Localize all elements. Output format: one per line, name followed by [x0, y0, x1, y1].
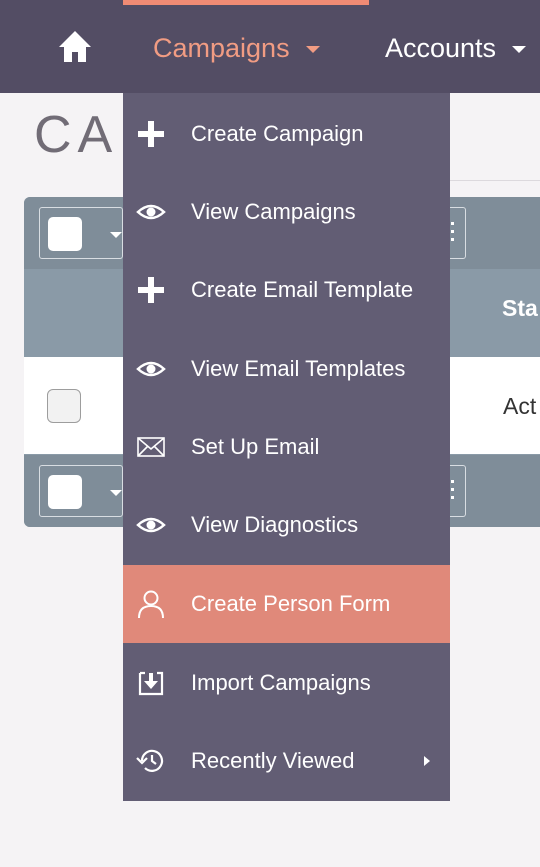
nav-tab-accounts-label: Accounts: [385, 32, 497, 63]
menu-item-label: Recently Viewed: [191, 748, 355, 773]
menu-item-create-email-template[interactable]: Create Email Template: [123, 251, 450, 329]
menu-item-create-campaign[interactable]: Create Campaign: [123, 95, 450, 173]
menu-item-view-email-templates[interactable]: View Email Templates: [123, 330, 450, 408]
select-all-checkbox[interactable]: [48, 217, 82, 251]
chevron-right-icon: [424, 756, 430, 766]
bulk-action-select[interactable]: [39, 207, 123, 259]
top-nav-bar: Campaigns Accounts: [0, 0, 540, 93]
plus-icon: [135, 118, 167, 150]
more-icon: [451, 222, 455, 246]
chevron-down-icon: [110, 490, 122, 496]
menu-item-label: View Diagnostics: [191, 512, 359, 537]
menu-item-label: Create Email Template: [191, 277, 414, 302]
menu-item-label: Create Campaign: [191, 121, 364, 146]
person-icon: [135, 588, 167, 620]
home-icon[interactable]: [56, 28, 94, 66]
bulk-action-select[interactable]: [39, 465, 123, 517]
row-checkbox[interactable]: [47, 389, 81, 423]
eye-icon: [135, 196, 167, 228]
menu-item-import-campaigns[interactable]: Import Campaigns: [123, 644, 450, 722]
chevron-down-icon: [512, 46, 527, 53]
page-title: CA: [34, 106, 119, 164]
column-header-status[interactable]: Sta: [502, 295, 538, 322]
import-icon: [135, 667, 167, 699]
history-icon: [135, 745, 167, 777]
nav-tab-campaigns[interactable]: Campaigns: [153, 30, 320, 66]
menu-item-label: Import Campaigns: [191, 670, 371, 695]
chevron-down-icon: [110, 232, 122, 238]
menu-item-view-campaigns[interactable]: View Campaigns: [123, 173, 450, 251]
menu-item-set-up-email[interactable]: Set Up Email: [123, 408, 450, 486]
menu-item-recently-viewed[interactable]: Recently Viewed: [123, 722, 450, 800]
menu-item-label: View Campaigns: [191, 199, 356, 224]
plus-icon: [135, 274, 167, 306]
eye-icon: [135, 353, 167, 385]
eye-icon: [135, 509, 167, 541]
row-status-value: Act: [503, 393, 537, 419]
menu-item-label: View Email Templates: [191, 356, 406, 381]
menu-item-label: Create Person Form: [191, 591, 391, 616]
menu-item-create-person-form[interactable]: Create Person Form: [123, 565, 450, 643]
nav-tab-accounts[interactable]: Accounts: [385, 30, 527, 66]
active-tab-indicator: [123, 0, 369, 5]
menu-item-label: Set Up Email: [191, 434, 320, 459]
campaigns-dropdown-menu: Create Campaign View Campaigns Create Em…: [123, 93, 450, 801]
nav-tab-campaigns-label: Campaigns: [153, 32, 290, 63]
more-icon: [451, 480, 455, 504]
envelope-icon: [135, 431, 167, 463]
select-all-checkbox[interactable]: [48, 475, 82, 509]
menu-item-view-diagnostics[interactable]: View Diagnostics: [123, 486, 450, 564]
chevron-down-icon: [305, 46, 320, 53]
